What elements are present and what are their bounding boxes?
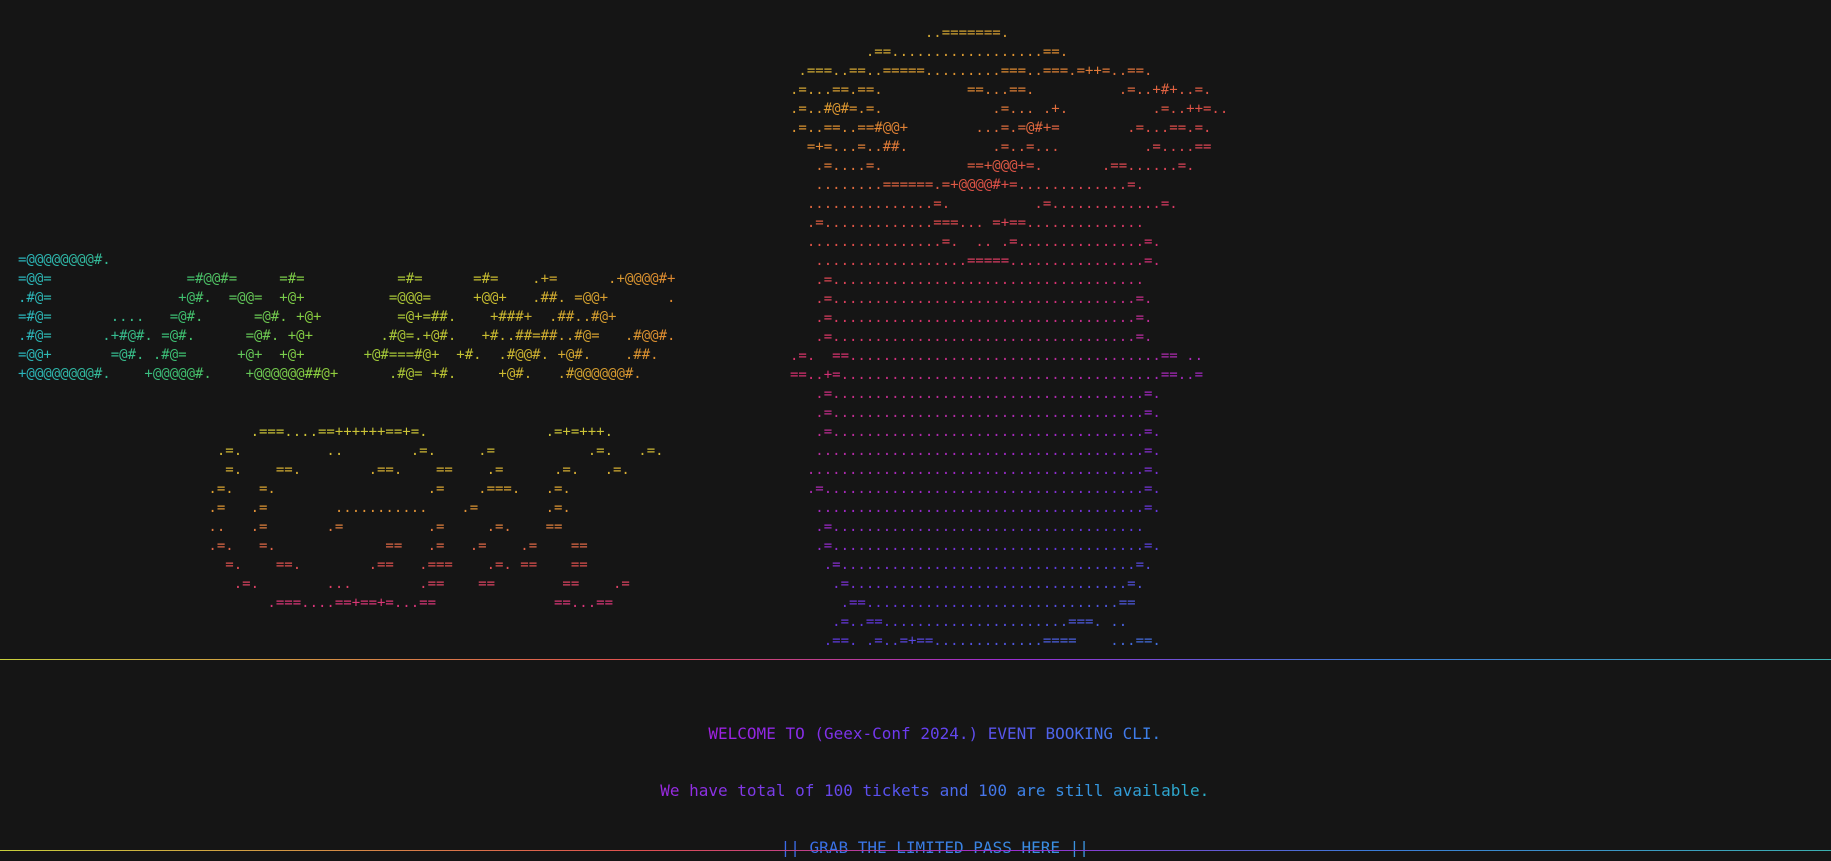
pumpkin-ascii-art: ..=======. .==..................==. .===…: [790, 25, 1229, 649]
top-divider: [0, 659, 1831, 660]
tickets-line-container: We have total of 100 tickets and 100 are…: [0, 762, 1831, 819]
geex-logo-ascii-art: =@@@@@@@@#. =@@= =#@@#= =#= =#= =#= .+= …: [18, 252, 676, 382]
terminal-window[interactable]: =@@@@@@@@#. =@@= =#@@#= =#= =#= =#= .+= …: [0, 0, 1831, 861]
tickets-availability-message: We have total of 100 tickets and 100 are…: [660, 781, 1210, 800]
bottom-divider: [0, 850, 1831, 851]
grab-line-container: || GRAB THE LIMITED PASS HERE ||: [0, 819, 1831, 861]
welcome-message: WELCOME TO (Geex-Conf 2024.) EVENT BOOKI…: [708, 724, 1162, 743]
geex-wordmark-ascii-art: .===....==++++++==+=. .=+=+++. .=. .. .=…: [200, 423, 663, 613]
grab-pass-banner: || GRAB THE LIMITED PASS HERE ||: [780, 838, 1089, 857]
welcome-line-container: WELCOME TO (Geex-Conf 2024.) EVENT BOOKI…: [0, 705, 1831, 762]
